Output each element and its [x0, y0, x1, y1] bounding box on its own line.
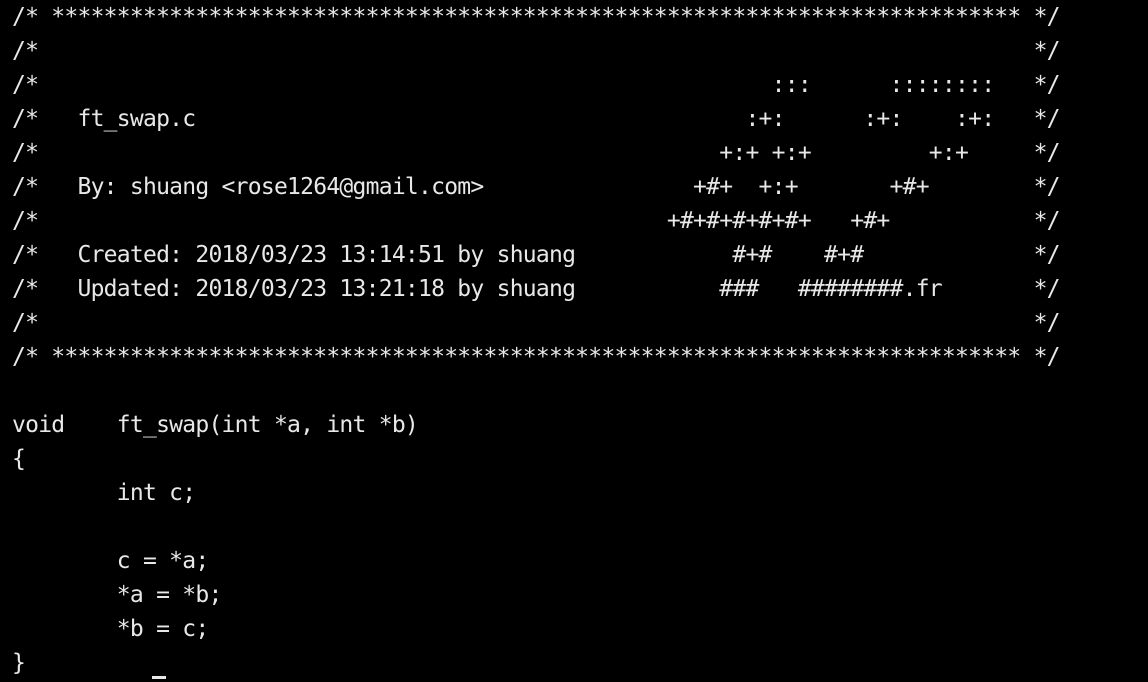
header-filename-line: /* ft_swap.c :+: :+: :+: */ — [12, 106, 1061, 132]
header-bottom-border: /* *************************************… — [12, 344, 1061, 370]
vim-editor-buffer[interactable]: /* *************************************… — [12, 0, 1061, 680]
terminal-window[interactable]: /* *************************************… — [0, 0, 1148, 682]
header-logo-line: /* ::: :::::::: */ — [12, 72, 1061, 98]
header-top-border: /* *************************************… — [12, 4, 1061, 30]
header-created-line: /* Created: 2018/03/23 13:14:51 by shuan… — [12, 242, 1061, 268]
header-logo-line: /* +#+#+#+#+#+ +#+ */ — [12, 208, 1061, 234]
code-statement: c = *a; — [12, 548, 209, 574]
header-logo-line: /* +:+ +:+ +:+ */ — [12, 140, 1061, 166]
function-signature: void ft_swap(int *a, int *b) — [12, 412, 419, 438]
code-statement: *b = c; — [12, 616, 209, 642]
variable-declaration: int c; — [12, 480, 196, 506]
close-brace: } — [12, 650, 26, 676]
empty-line — [12, 510, 1060, 544]
code-statement: *a = *b; — [12, 582, 223, 608]
open-brace: { — [12, 446, 26, 472]
header-updated-line: /* Updated: 2018/03/23 13:21:18 by shuan… — [12, 276, 1061, 302]
empty-line — [12, 374, 1060, 408]
text-cursor — [152, 676, 166, 679]
header-blank-line: /* */ — [12, 38, 1061, 64]
header-author-line: /* By: shuang <rose1264@gmail.com> +#+ +… — [12, 174, 1061, 200]
header-blank-line: /* */ — [12, 310, 1061, 336]
